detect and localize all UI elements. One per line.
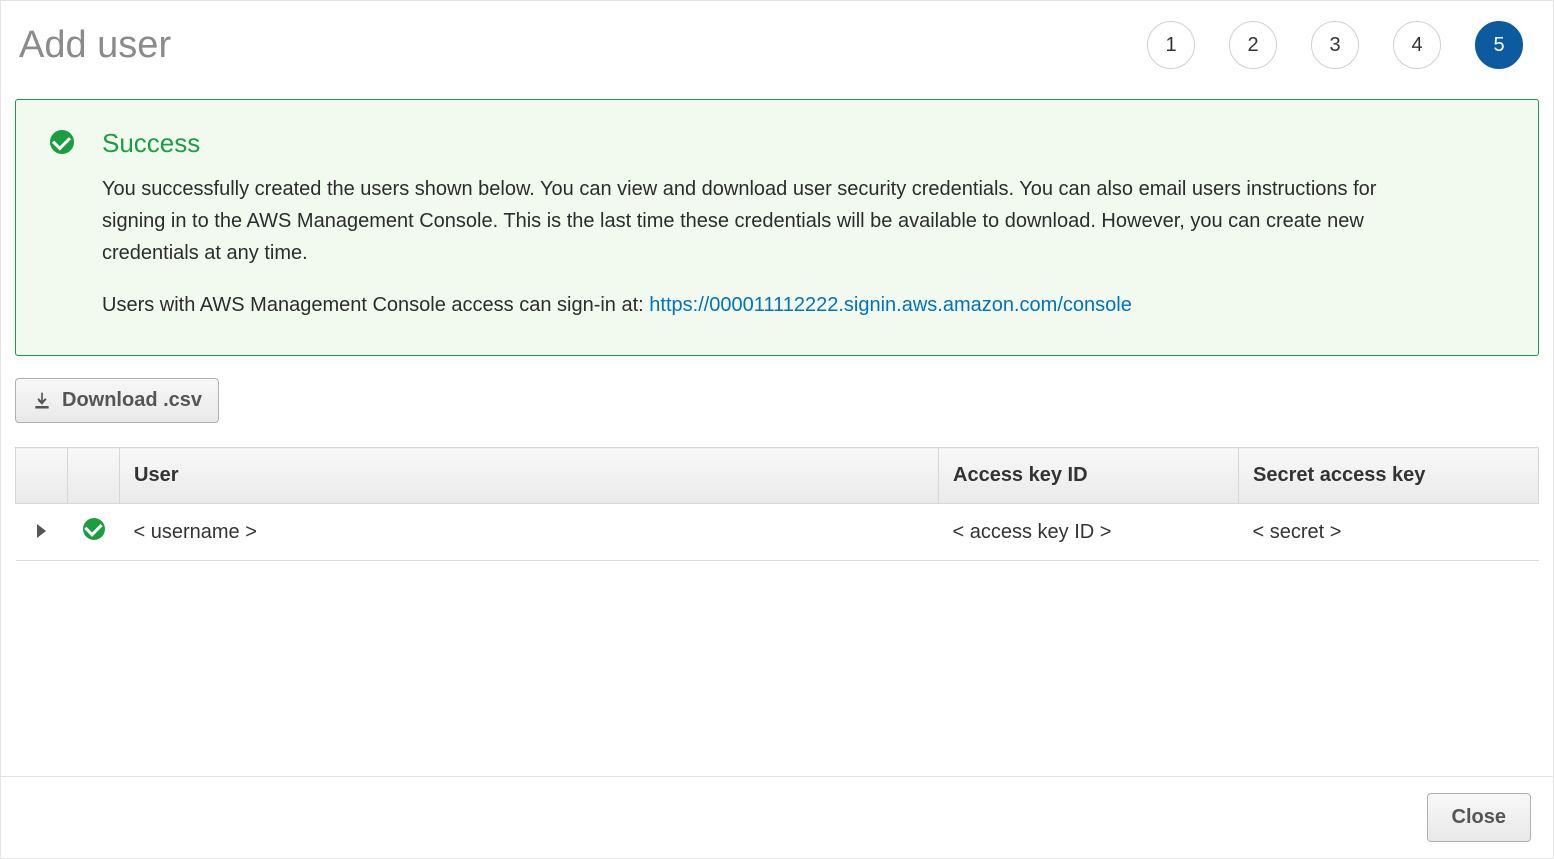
secret-access-key-header: Secret access key	[1239, 448, 1539, 504]
user-cell: < username >	[120, 504, 939, 561]
access-key-id-header: Access key ID	[939, 448, 1239, 504]
access-key-id-cell: < access key ID >	[939, 504, 1239, 561]
wizard-steps: 1 2 3 4 5	[1147, 21, 1539, 69]
wizard-step-2[interactable]: 2	[1229, 21, 1277, 69]
close-button[interactable]: Close	[1427, 793, 1531, 842]
wizard-step-4[interactable]: 4	[1393, 21, 1441, 69]
alert-title: Success	[102, 128, 1392, 159]
alert-signin-line: Users with AWS Management Console access…	[102, 289, 1392, 321]
success-check-icon	[50, 130, 74, 154]
download-csv-button[interactable]: Download .csv	[15, 378, 219, 423]
row-success-check-icon	[83, 518, 105, 540]
download-csv-label: Download .csv	[62, 389, 202, 412]
footer: Close	[1, 776, 1553, 858]
alert-signin-prefix: Users with AWS Management Console access…	[102, 294, 649, 316]
user-header: User	[120, 448, 939, 504]
users-table: User Access key ID Secret access key < u…	[15, 447, 1539, 561]
success-alert: Success You successfully created the use…	[15, 99, 1539, 356]
wizard-step-3[interactable]: 3	[1311, 21, 1359, 69]
caret-right-icon	[37, 524, 46, 538]
wizard-step-5[interactable]: 5	[1475, 21, 1523, 69]
expand-header	[16, 448, 68, 504]
download-icon	[32, 391, 52, 411]
expand-toggle[interactable]	[16, 504, 68, 561]
status-header	[68, 448, 120, 504]
wizard-step-1[interactable]: 1	[1147, 21, 1195, 69]
signin-url-link[interactable]: https://000011112222.signin.aws.amazon.c…	[649, 294, 1132, 316]
page-title: Add user	[19, 24, 171, 67]
table-row: < username > < access key ID > < secret …	[16, 504, 1539, 561]
secret-cell: < secret >	[1239, 504, 1539, 561]
alert-message: You successfully created the users shown…	[102, 173, 1392, 269]
